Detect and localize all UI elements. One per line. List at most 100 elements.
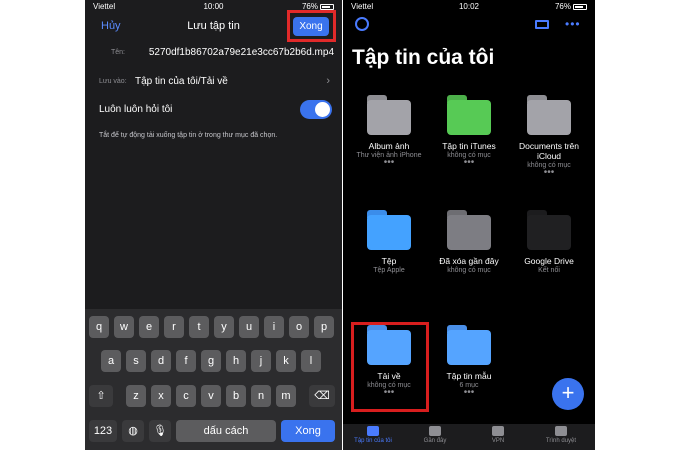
globe-icon: ◍ bbox=[128, 425, 138, 437]
backspace-icon: ⌫ bbox=[314, 390, 330, 402]
key-r[interactable]: r bbox=[164, 316, 184, 338]
key-f[interactable]: f bbox=[176, 350, 196, 372]
tab-label: Trình duyệt bbox=[545, 438, 577, 444]
tab-item[interactable]: Trình duyệt bbox=[531, 426, 591, 444]
folder-name: Tệp bbox=[381, 256, 397, 266]
tab-item[interactable]: Gần đây bbox=[405, 426, 465, 444]
tab-icon bbox=[555, 426, 567, 436]
folder-more-icon[interactable]: ••• bbox=[509, 168, 589, 178]
key-g[interactable]: g bbox=[201, 350, 221, 372]
key-z[interactable]: z bbox=[126, 385, 146, 407]
documents-icon bbox=[527, 95, 571, 135]
always-ask-row: Luôn luôn hỏi tôi bbox=[99, 99, 342, 119]
key-d[interactable]: d bbox=[151, 350, 171, 372]
folder-more-icon[interactable]: ••• bbox=[429, 388, 509, 398]
shift-key[interactable]: ⇧ bbox=[89, 385, 113, 407]
apple-icon bbox=[367, 210, 411, 250]
save-file-screen: Viettel 10:00 76% Hủy Lưu tập tin Xong T… bbox=[85, 0, 342, 450]
folder-name: Đã xóa gần đây bbox=[439, 256, 499, 266]
save-location-label: Lưu vào: bbox=[99, 78, 127, 85]
key-m[interactable]: m bbox=[276, 385, 296, 407]
folder-name: Tập tin iTunes bbox=[442, 141, 496, 151]
save-location-row[interactable]: Lưu vào: Tập tin của tôi/Tải về › bbox=[99, 73, 342, 93]
folder-item[interactable]: Tập tin iTunes không có mục ••• bbox=[429, 95, 509, 168]
key-c[interactable]: c bbox=[176, 385, 196, 407]
key-e[interactable]: e bbox=[139, 316, 159, 338]
folder-name: Tập tin mẫu bbox=[446, 371, 492, 381]
delete-key[interactable]: ⌫ bbox=[309, 385, 335, 407]
folder-item[interactable]: Album ảnh Thư viện ảnh iPhone ••• bbox=[349, 95, 429, 168]
keyboard: q w e r t y u i o p a s d f g h j k l ⇧ z x c v b n m ⌫ 123 ◍ 🎙 dấu các… bbox=[85, 309, 342, 450]
always-ask-note: Tắt để tự động tải xuống tập tin ở trong… bbox=[99, 132, 278, 139]
tab-label: VPN bbox=[491, 438, 505, 444]
done-button[interactable]: Xong bbox=[293, 17, 329, 36]
tab-icon bbox=[367, 426, 379, 436]
chevron-right-icon: › bbox=[326, 75, 330, 87]
folder-item[interactable]: Google Drive Kết nối bbox=[509, 210, 589, 275]
key-o[interactable]: o bbox=[289, 316, 309, 338]
tab-item[interactable]: VPN bbox=[468, 426, 528, 444]
laptop-icon[interactable] bbox=[535, 20, 549, 29]
folder-name: Google Drive bbox=[524, 256, 574, 266]
folder-subtitle: không có mục bbox=[447, 267, 491, 274]
key-h[interactable]: h bbox=[226, 350, 246, 372]
key-l[interactable]: l bbox=[301, 350, 321, 372]
save-location-value: Tập tin của tôi/Tải về bbox=[135, 76, 228, 87]
always-ask-toggle[interactable] bbox=[300, 100, 332, 119]
add-button[interactable]: + bbox=[552, 378, 584, 410]
key-k[interactable]: k bbox=[276, 350, 296, 372]
key-x[interactable]: x bbox=[151, 385, 171, 407]
key-b[interactable]: b bbox=[226, 385, 246, 407]
key-i[interactable]: i bbox=[264, 316, 284, 338]
shift-icon: ⇧ bbox=[96, 390, 106, 402]
key-p[interactable]: p bbox=[314, 316, 334, 338]
tab-icon bbox=[492, 426, 504, 436]
downloads-highlight bbox=[351, 322, 429, 412]
folder-subtitle: Kết nối bbox=[538, 267, 560, 274]
key-v[interactable]: v bbox=[201, 385, 221, 407]
done-key[interactable]: Xong bbox=[281, 420, 335, 442]
mic-key[interactable]: 🎙 bbox=[149, 420, 171, 442]
folder-more-icon[interactable]: ••• bbox=[349, 158, 429, 168]
page-title: Tập tin của tôi bbox=[352, 46, 495, 69]
key-y[interactable]: y bbox=[214, 316, 234, 338]
tab-label: Gần đây bbox=[423, 438, 447, 444]
photos-icon bbox=[367, 95, 411, 135]
folder-more-icon[interactable]: ••• bbox=[429, 158, 509, 168]
done-highlight: Xong bbox=[287, 10, 336, 42]
filename-row[interactable]: Tên: 5270df1b86702a79e21e3cc67b2b6d.mp4 bbox=[99, 46, 342, 62]
key-q[interactable]: q bbox=[89, 316, 109, 338]
folder-item[interactable]: Documents trên iCloud không có mục ••• bbox=[509, 95, 589, 178]
space-key[interactable]: dấu cách bbox=[176, 420, 276, 442]
google-drive-icon bbox=[527, 210, 571, 250]
key-w[interactable]: w bbox=[114, 316, 134, 338]
key-j[interactable]: j bbox=[251, 350, 271, 372]
tab-icon bbox=[429, 426, 441, 436]
key-u[interactable]: u bbox=[239, 316, 259, 338]
battery-icon bbox=[573, 3, 587, 10]
key-a[interactable]: a bbox=[101, 350, 121, 372]
key-t[interactable]: t bbox=[189, 316, 209, 338]
folder-name: Album ảnh bbox=[368, 141, 410, 151]
battery-indicator: 76% bbox=[555, 2, 587, 11]
tab-item[interactable]: Tập tin của tôi bbox=[343, 426, 403, 444]
always-ask-label: Luôn luôn hỏi tôi bbox=[99, 104, 173, 115]
folder-name: Documents trên iCloud bbox=[519, 141, 579, 161]
filename-field[interactable]: 5270df1b86702a79e21e3cc67b2b6d.mp4 bbox=[133, 47, 334, 58]
status-bar: Viettel 10:02 76% bbox=[343, 0, 595, 14]
filename-label: Tên: bbox=[111, 49, 126, 56]
my-files-screen: Viettel 10:02 76% ••• Tập tin của tôi Al… bbox=[343, 0, 595, 450]
folder-icon bbox=[447, 325, 491, 365]
battery-icon bbox=[320, 3, 334, 10]
folder-item[interactable]: Tệp Tệp Apple bbox=[349, 210, 429, 275]
more-options-icon[interactable]: ••• bbox=[565, 17, 581, 31]
tab-label: Tập tin của tôi bbox=[354, 438, 392, 444]
battery-percent: 76% bbox=[554, 2, 571, 11]
key-s[interactable]: s bbox=[126, 350, 146, 372]
folder-item[interactable]: Tập tin mẫu 6 mục ••• bbox=[429, 325, 509, 398]
numbers-key[interactable]: 123 bbox=[89, 420, 117, 442]
settings-gear-icon[interactable] bbox=[355, 17, 369, 31]
globe-key[interactable]: ◍ bbox=[122, 420, 144, 442]
key-n[interactable]: n bbox=[251, 385, 271, 407]
folder-item[interactable]: Đã xóa gần đây không có mục bbox=[429, 210, 509, 275]
